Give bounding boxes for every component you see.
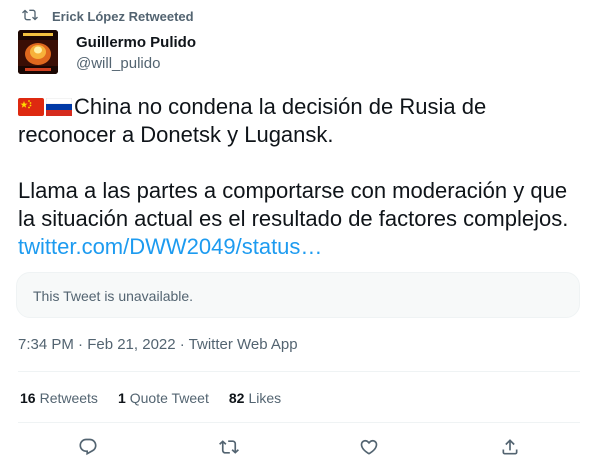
- quotes-label: Quote Tweet: [129, 390, 209, 406]
- author-display-name[interactable]: Guillermo Pulido: [76, 34, 196, 52]
- retweet-icon[interactable]: [216, 434, 242, 460]
- tweet-paragraph-2-text: Llama a las partes a comportarse con mod…: [18, 178, 569, 231]
- unavailable-quote-card: This Tweet is unavailable.: [16, 272, 580, 318]
- likes-count: 82: [228, 390, 245, 406]
- tweet-paragraph-2: Llama a las partes a comportarse con mod…: [18, 177, 588, 261]
- tweet-paragraph-1-text: China no condena la decisión de Rusia de…: [18, 94, 487, 147]
- divider: [18, 422, 580, 423]
- tweet-timestamp[interactable]: 7:34 PM · Feb 21, 2022 · Twitter Web App: [18, 336, 298, 353]
- retweet-icon: [22, 7, 52, 26]
- avatar[interactable]: [18, 30, 58, 74]
- share-icon[interactable]: [497, 434, 523, 460]
- divider: [18, 371, 580, 372]
- unavailable-text: This Tweet is unavailable.: [33, 288, 194, 304]
- retweet-context[interactable]: Erick López Retweeted: [22, 6, 194, 26]
- tweet-text: China no condena la decisión de Rusia de…: [18, 93, 588, 261]
- tweet-link[interactable]: twitter.com/DWW2049/status…: [18, 234, 322, 259]
- quotes-count: 1: [117, 390, 126, 406]
- tweet-author[interactable]: Guillermo Pulido @will_pulido: [76, 34, 196, 73]
- likes-stat[interactable]: 82 Likes: [229, 390, 281, 406]
- quote-tweets-stat[interactable]: 1 Quote Tweet: [118, 390, 209, 406]
- tweet-stats: 16 Retweets 1 Quote Tweet 82 Likes: [20, 390, 281, 406]
- like-icon[interactable]: [356, 434, 382, 460]
- retweet-context-label: Erick López Retweeted: [52, 8, 194, 24]
- likes-label: Likes: [248, 390, 282, 406]
- author-handle[interactable]: @will_pulido: [76, 55, 196, 73]
- retweets-count: 16: [20, 390, 36, 406]
- tweet-paragraph-1: China no condena la decisión de Rusia de…: [18, 93, 588, 149]
- russia-flag-icon: [45, 95, 73, 116]
- china-flag-icon: [18, 95, 44, 116]
- retweets-label: Retweets: [39, 390, 98, 406]
- reply-icon[interactable]: [75, 434, 101, 460]
- retweets-stat[interactable]: 16 Retweets: [20, 390, 98, 406]
- tweet-actions: [0, 434, 598, 460]
